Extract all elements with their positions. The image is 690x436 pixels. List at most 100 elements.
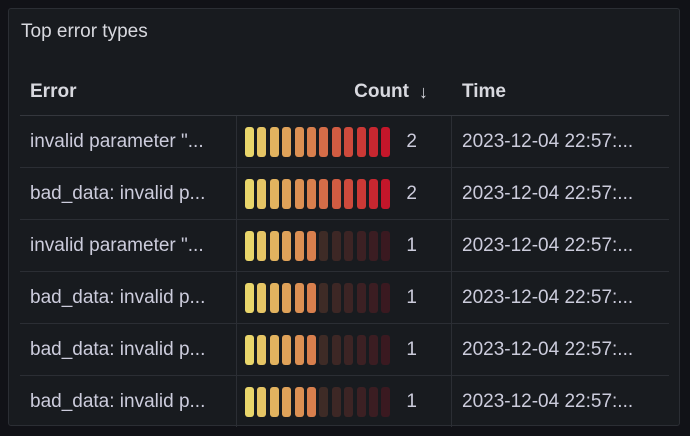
table-header: Error Count ↓ Time	[20, 69, 669, 116]
time-cell: 2023-12-04 22:57:...	[462, 286, 634, 308]
column-header-time[interactable]: Time	[452, 69, 669, 115]
gauge-segment	[331, 127, 341, 157]
gauge-segment	[319, 387, 329, 417]
count-gauge	[245, 387, 393, 417]
gauge-segment	[331, 179, 341, 209]
error-cell[interactable]: invalid parameter "...	[20, 116, 236, 167]
gauge-segment	[344, 387, 354, 417]
gauge-segment	[369, 387, 378, 417]
gauge-segment	[319, 283, 329, 313]
gauge-segment	[381, 179, 391, 209]
error-cell[interactable]: bad_data: invalid p...	[20, 324, 236, 375]
gauge-segment	[307, 335, 316, 365]
gauge-segment	[269, 179, 279, 209]
error-cell[interactable]: bad_data: invalid p...	[20, 272, 236, 323]
count-value: 1	[406, 390, 417, 412]
error-cell[interactable]: bad_data: invalid p...	[20, 376, 236, 427]
gauge-segment	[381, 231, 391, 261]
gauge-segment	[319, 179, 329, 209]
gauge-segment	[356, 127, 366, 157]
gauge-segment	[369, 283, 378, 313]
time-cell: 2023-12-04 22:57:...	[462, 234, 634, 256]
gauge-segment	[294, 127, 304, 157]
gauge-segment	[307, 283, 316, 313]
gauge-segment	[282, 179, 292, 209]
time-cell: 2023-12-04 22:57:...	[462, 390, 634, 412]
gauge-segment	[356, 231, 366, 261]
gauge-segment	[307, 231, 316, 261]
gauge-segment	[257, 283, 267, 313]
gauge-segment	[344, 231, 354, 261]
gauge-segment	[245, 387, 254, 417]
time-cell: 2023-12-04 22:57:...	[462, 130, 634, 152]
error-cell[interactable]: invalid parameter "...	[20, 220, 236, 271]
column-header-error[interactable]: Error	[20, 69, 236, 115]
count-gauge	[245, 179, 393, 209]
gauge-segment	[282, 387, 292, 417]
count-gauge	[245, 283, 393, 313]
gauge-segment	[282, 231, 292, 261]
count-cell: 2	[236, 116, 452, 167]
gauge-segment	[307, 127, 316, 157]
count-cell: 1	[236, 272, 452, 323]
error-cell[interactable]: bad_data: invalid p...	[20, 168, 236, 219]
gauge-segment	[269, 127, 279, 157]
gauge-segment	[331, 387, 341, 417]
gauge-segment	[269, 283, 279, 313]
gauge-segment	[257, 335, 267, 365]
count-value: 1	[406, 234, 417, 256]
table-row: bad_data: invalid p... 2 2023-12-04 22:5…	[20, 168, 669, 220]
gauge-segment	[319, 335, 329, 365]
gauge-segment	[294, 283, 304, 313]
gauge-segment	[257, 231, 267, 261]
gauge-segment	[369, 231, 378, 261]
error-types-panel: Top error types Error Count ↓ Time inval…	[8, 8, 680, 427]
count-value: 1	[406, 286, 417, 308]
gauge-segment	[356, 283, 366, 313]
gauge-segment	[269, 387, 279, 417]
gauge-segment	[369, 127, 378, 157]
column-header-count[interactable]: Count ↓	[236, 69, 452, 115]
gauge-segment	[245, 179, 254, 209]
count-cell: 1	[236, 220, 452, 271]
gauge-segment	[282, 335, 292, 365]
gauge-segment	[369, 179, 378, 209]
count-cell: 2	[236, 168, 452, 219]
gauge-segment	[369, 335, 378, 365]
gauge-segment	[344, 179, 354, 209]
gauge-segment	[331, 231, 341, 261]
gauge-segment	[344, 335, 354, 365]
gauge-segment	[294, 231, 304, 261]
count-gauge	[245, 335, 393, 365]
time-cell: 2023-12-04 22:57:...	[462, 338, 634, 360]
table-row: bad_data: invalid p... 1 2023-12-04 22:5…	[20, 376, 669, 427]
gauge-segment	[294, 387, 304, 417]
gauge-segment	[319, 231, 329, 261]
count-value: 1	[406, 338, 417, 360]
count-gauge	[245, 127, 393, 157]
gauge-segment	[356, 335, 366, 365]
count-cell: 1	[236, 376, 452, 427]
gauge-segment	[307, 387, 316, 417]
errors-table: Error Count ↓ Time invalid parameter "..…	[20, 69, 669, 427]
gauge-segment	[381, 335, 391, 365]
gauge-segment	[294, 179, 304, 209]
count-cell: 1	[236, 324, 452, 375]
gauge-segment	[381, 283, 391, 313]
gauge-segment	[245, 231, 254, 261]
gauge-segment	[269, 335, 279, 365]
gauge-segment	[282, 127, 292, 157]
gauge-segment	[294, 335, 304, 365]
table-row: bad_data: invalid p... 1 2023-12-04 22:5…	[20, 272, 669, 324]
count-gauge	[245, 231, 393, 261]
table-row: invalid parameter "... 1 2023-12-04 22:5…	[20, 220, 669, 272]
gauge-segment	[331, 335, 341, 365]
count-value: 2	[406, 130, 417, 152]
gauge-segment	[356, 179, 366, 209]
gauge-segment	[269, 231, 279, 261]
gauge-segment	[245, 127, 254, 157]
time-cell: 2023-12-04 22:57:...	[462, 182, 634, 204]
count-value: 2	[406, 182, 417, 204]
gauge-segment	[257, 179, 267, 209]
gauge-segment	[245, 283, 254, 313]
